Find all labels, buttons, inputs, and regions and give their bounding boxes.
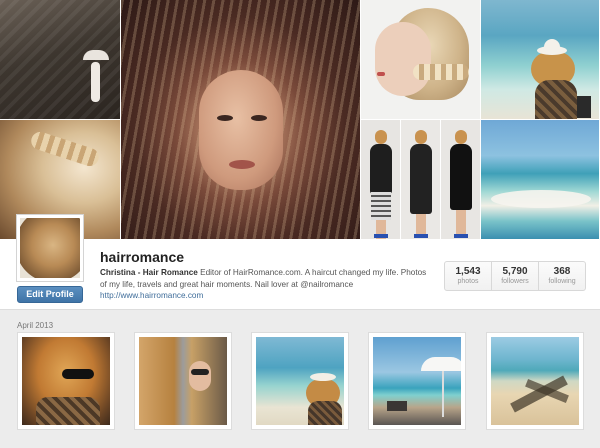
photo-image xyxy=(22,337,110,425)
photo-thumbnail[interactable] xyxy=(251,332,349,430)
cover-photo-beach-hat[interactable] xyxy=(481,0,600,120)
sunglasses xyxy=(191,369,209,375)
hat xyxy=(310,373,336,381)
lips xyxy=(229,160,255,169)
braid xyxy=(28,129,102,169)
stat-value: 1,543 xyxy=(455,266,481,277)
profile-header: Edit Profile hairromance Christina - Hai… xyxy=(0,214,600,310)
shoes xyxy=(374,234,388,238)
photo-image xyxy=(256,337,344,425)
face xyxy=(189,361,211,391)
eye-right xyxy=(251,115,267,121)
stat-label: followers xyxy=(501,278,529,285)
bio-name: Christina - Hair Romance xyxy=(100,268,198,277)
edit-profile-button[interactable]: Edit Profile xyxy=(17,286,83,303)
dress xyxy=(450,144,472,210)
stat-label: photos xyxy=(457,278,479,285)
figure xyxy=(91,62,100,102)
dress xyxy=(410,144,432,214)
bag xyxy=(577,96,591,118)
beach-umbrella xyxy=(421,357,461,371)
avatar[interactable] xyxy=(16,214,84,282)
photo-thumbnail[interactable] xyxy=(368,332,466,430)
coat xyxy=(36,397,100,425)
hat-brim xyxy=(537,46,567,55)
cover-photo-portrait-big-hair[interactable] xyxy=(121,0,361,240)
month-heading: April 2013 xyxy=(17,321,54,330)
username: hairromance xyxy=(100,249,185,265)
face xyxy=(199,70,283,190)
stone-wall xyxy=(0,0,120,119)
patterned-coat xyxy=(535,80,577,119)
head xyxy=(375,130,387,144)
top xyxy=(370,144,392,194)
sunglasses xyxy=(62,369,94,379)
cover-photo-outfit-2[interactable] xyxy=(401,120,441,240)
website-link[interactable]: http://www.hairromance.com xyxy=(100,291,203,300)
cover-photo-outfit-3[interactable] xyxy=(441,120,481,240)
head xyxy=(415,130,427,144)
stat-photos[interactable]: 1,543 photos xyxy=(445,262,492,290)
skirt xyxy=(371,192,391,220)
cover-photo-sandbar-aerial[interactable] xyxy=(481,120,600,240)
cover-photo-side-braid-profile[interactable] xyxy=(361,0,481,120)
stat-value: 5,790 xyxy=(502,266,528,277)
coat xyxy=(308,401,342,425)
lips xyxy=(377,72,385,76)
umbrella-pole xyxy=(442,371,444,417)
cover-mosaic xyxy=(0,0,600,240)
eye-left xyxy=(217,115,233,121)
photo-thumbnail[interactable] xyxy=(17,332,115,430)
legs xyxy=(456,210,466,234)
cover-photo-outfit-1[interactable] xyxy=(361,120,401,240)
cover-photo-umbrella-stairs[interactable] xyxy=(0,0,121,120)
head xyxy=(455,130,467,144)
photo-thumbnail[interactable] xyxy=(134,332,232,430)
photo-image xyxy=(373,337,461,425)
stat-followers[interactable]: 5,790 followers xyxy=(492,262,539,290)
stats-box: 1,543 photos 5,790 followers 368 followi… xyxy=(444,261,586,291)
bio: Christina - Hair Romance Editor of HairR… xyxy=(100,267,430,291)
shoes xyxy=(454,234,468,238)
head xyxy=(375,22,431,96)
sandbar xyxy=(491,190,591,208)
photo-thumbnail[interactable] xyxy=(486,332,584,430)
avatar-image xyxy=(20,218,80,278)
shoes xyxy=(414,234,428,238)
stat-value: 368 xyxy=(553,266,571,277)
umbrella xyxy=(83,50,109,60)
stat-label: following xyxy=(548,278,576,285)
photo-image xyxy=(491,337,579,425)
side-braid xyxy=(413,64,469,80)
photo-image xyxy=(139,337,227,425)
lounge-chair xyxy=(387,401,407,411)
stat-following[interactable]: 368 following xyxy=(539,262,585,290)
